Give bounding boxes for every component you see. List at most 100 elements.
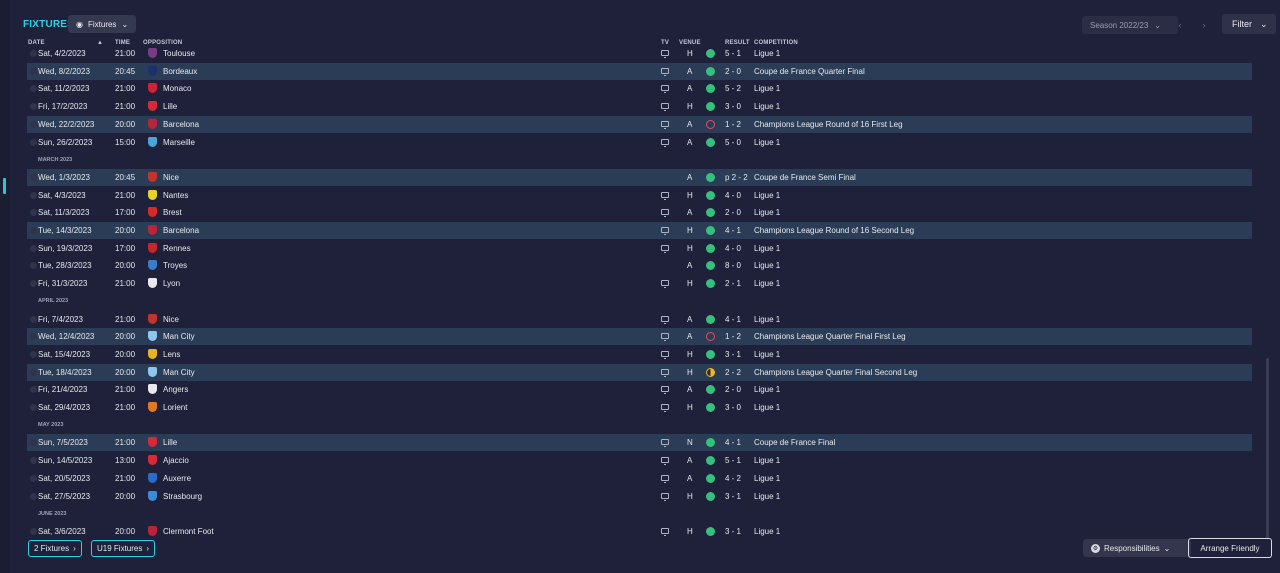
match-result[interactable]: 4 - 1 xyxy=(725,222,741,239)
match-result[interactable]: 2 - 0 xyxy=(725,63,741,80)
fixtures-view-dropdown[interactable]: ◉ Fixtures ⌄ xyxy=(68,15,137,33)
arrange-friendly-button[interactable]: Arrange Friendly xyxy=(1188,538,1272,558)
fixture-row[interactable]: Sun, 14/5/2023 13:00 Ajaccio A 5 - 1 Ligue 1 xyxy=(27,452,1252,469)
match-result[interactable]: 8 - 0 xyxy=(725,257,741,274)
select-checkbox[interactable] xyxy=(30,50,37,57)
fixture-row[interactable]: Sat, 4/2/2023 21:00 Toulouse H 5 - 1 Ligue 1 xyxy=(27,45,1252,62)
fixture-row[interactable]: Fri, 21/4/2023 21:00 Angers A 2 - 0 Ligue 1 xyxy=(27,381,1252,398)
opposition-name[interactable]: Nantes xyxy=(163,187,188,204)
fixture-row[interactable]: Sat, 27/5/2023 20:00 Strasbourg H 3 - 1 Ligue… xyxy=(27,488,1252,505)
select-checkbox[interactable] xyxy=(30,173,37,181)
select-checkbox[interactable] xyxy=(30,227,37,234)
fixture-row[interactable]: Sat, 11/3/2023 17:00 Brest A 2 - 0 Ligue 1 xyxy=(27,204,1252,221)
select-checkbox[interactable] xyxy=(30,244,37,252)
select-checkbox[interactable] xyxy=(30,280,37,288)
opposition-name[interactable]: Lille xyxy=(163,98,177,115)
match-result[interactable]: 3 - 0 xyxy=(725,98,741,115)
opposition-name[interactable]: Bordeaux xyxy=(163,63,197,80)
opposition-name[interactable]: Clermont Foot xyxy=(163,523,214,540)
select-checkbox[interactable] xyxy=(30,368,37,376)
opposition-name[interactable]: Lorient xyxy=(163,399,187,416)
fixture-row[interactable]: Sun, 7/5/2023 21:00 Lille N 4 - 1 Coupe de Fr… xyxy=(27,434,1252,452)
select-checkbox[interactable] xyxy=(30,474,37,482)
match-result[interactable]: 5 - 2 xyxy=(725,80,741,97)
fixture-row[interactable]: Sat, 20/5/2023 21:00 Auxerre A 4 - 2 Ligue 1 xyxy=(27,470,1252,487)
match-result[interactable]: 3 - 1 xyxy=(725,523,741,540)
opposition-name[interactable]: Brest xyxy=(163,204,182,221)
select-checkbox[interactable] xyxy=(30,350,37,358)
fixture-row[interactable]: Sun, 26/2/2023 15:00 Marseille A 5 - 0 Ligue … xyxy=(27,134,1252,151)
match-result[interactable]: 5 - 0 xyxy=(725,134,741,151)
select-checkbox[interactable] xyxy=(30,492,37,500)
select-checkbox[interactable] xyxy=(30,209,37,217)
fixture-row[interactable]: Sat, 15/4/2023 20:00 Lens H 3 - 1 Ligue 1 xyxy=(27,346,1252,363)
match-result[interactable]: 2 - 2 xyxy=(725,364,741,381)
fixture-row[interactable]: Sat, 29/4/2023 21:00 Lorient H 3 - 0 Ligue 1 xyxy=(27,399,1252,416)
fixture-row[interactable]: Sat, 3/6/2023 20:00 Clermont Foot H 3 - 1 Lig… xyxy=(27,523,1252,540)
match-result[interactable]: 2 - 0 xyxy=(725,204,741,221)
match-result[interactable]: 4 - 1 xyxy=(725,311,741,328)
opposition-name[interactable]: Nice xyxy=(163,169,179,186)
select-checkbox[interactable] xyxy=(30,439,37,447)
fixture-row[interactable]: Tue, 14/3/2023 20:00 Barcelona H 4 - 1 Champi… xyxy=(27,222,1252,239)
select-checkbox[interactable] xyxy=(30,386,37,394)
opposition-name[interactable]: Rennes xyxy=(163,240,191,257)
responsibilities-dropdown[interactable]: ⚙ Responsibilities ⌄ xyxy=(1083,539,1191,557)
opposition-name[interactable]: Man City xyxy=(163,364,195,381)
select-checkbox[interactable] xyxy=(30,138,37,146)
opposition-name[interactable]: Strasbourg xyxy=(163,488,202,505)
fixture-row[interactable]: Fri, 31/3/2023 21:00 Lyon H 2 - 1 Ligue 1 xyxy=(27,275,1252,292)
fixture-row[interactable]: Tue, 28/3/2023 20:00 Troyes A 8 - 0 Ligue 1 xyxy=(27,257,1252,274)
match-result[interactable]: 5 - 1 xyxy=(725,45,741,62)
select-checkbox[interactable] xyxy=(30,527,37,535)
select-checkbox[interactable] xyxy=(30,404,37,411)
select-checkbox[interactable] xyxy=(30,315,37,323)
u19-fixtures-link[interactable]: U19 Fixtures › xyxy=(91,540,156,557)
opposition-name[interactable]: Man City xyxy=(163,328,195,345)
opposition-name[interactable]: Nice xyxy=(163,311,179,328)
match-result[interactable]: 4 - 2 xyxy=(725,470,741,487)
opposition-name[interactable]: Auxerre xyxy=(163,470,191,487)
select-checkbox[interactable] xyxy=(30,457,37,465)
fixture-row[interactable]: Sat, 4/3/2023 21:00 Nantes H 4 - 0 Ligue 1 xyxy=(27,187,1252,204)
select-checkbox[interactable] xyxy=(30,85,37,93)
fixture-row[interactable]: Sat, 11/2/2023 21:00 Monaco A 5 - 2 Ligue 1 xyxy=(27,80,1252,97)
opposition-name[interactable]: Barcelona xyxy=(163,116,199,133)
select-checkbox[interactable] xyxy=(30,191,37,199)
match-result[interactable]: 4 - 0 xyxy=(725,187,741,204)
two-fixtures-link[interactable]: 2 Fixtures › xyxy=(28,540,82,557)
opposition-name[interactable]: Lille xyxy=(163,434,177,451)
opposition-name[interactable]: Lens xyxy=(163,346,180,363)
season-dropdown[interactable]: Season 2022/23 ⌄ xyxy=(1082,16,1178,34)
opposition-name[interactable]: Lyon xyxy=(163,275,180,292)
fixture-row[interactable]: Wed, 8/2/2023 20:45 Bordeaux A 2 - 0 Coupe de… xyxy=(27,62,1252,80)
filter-button[interactable]: Filter ⌄ xyxy=(1222,14,1276,34)
fixture-row[interactable]: Fri, 17/2/2023 21:00 Lille H 3 - 0 Ligue 1 xyxy=(27,98,1252,115)
opposition-name[interactable]: Troyes xyxy=(163,257,187,274)
match-result[interactable]: p 2 - 2 xyxy=(725,169,748,186)
next-season-button[interactable]: › xyxy=(1194,16,1214,34)
scrollbar[interactable] xyxy=(1266,358,1269,538)
fixture-row[interactable]: Tue, 18/4/2023 20:00 Man City H 2 - 2 Champio… xyxy=(27,363,1252,381)
match-result[interactable]: 1 - 2 xyxy=(725,328,741,345)
match-result[interactable]: 4 - 0 xyxy=(725,240,741,257)
match-result[interactable]: 1 - 2 xyxy=(725,116,741,133)
opposition-name[interactable]: Barcelona xyxy=(163,222,199,239)
opposition-name[interactable]: Marseille xyxy=(163,134,195,151)
match-result[interactable]: 2 - 0 xyxy=(725,381,741,398)
select-checkbox[interactable] xyxy=(30,103,37,111)
match-result[interactable]: 5 - 1 xyxy=(725,452,741,469)
select-checkbox[interactable] xyxy=(30,120,37,128)
match-result[interactable]: 4 - 1 xyxy=(725,434,741,451)
select-checkbox[interactable] xyxy=(30,262,37,270)
match-result[interactable]: 3 - 1 xyxy=(725,488,741,505)
fixture-row[interactable]: Wed, 22/2/2023 20:00 Barcelona A 1 - 2 Champi… xyxy=(27,115,1252,133)
fixture-row[interactable]: Sun, 19/3/2023 17:00 Rennes H 4 - 0 Ligue 1 xyxy=(27,240,1252,257)
select-checkbox[interactable] xyxy=(30,67,37,75)
match-result[interactable]: 3 - 0 xyxy=(725,399,741,416)
fixture-row[interactable]: Wed, 1/3/2023 20:45 Nice Ap 2 - 2 Coupe de F… xyxy=(27,168,1252,186)
select-checkbox[interactable] xyxy=(30,333,37,341)
opposition-name[interactable]: Toulouse xyxy=(163,45,195,62)
fixture-row[interactable]: Wed, 12/4/2023 20:00 Man City A 1 - 2 Champio… xyxy=(27,328,1252,346)
fixture-row[interactable]: Fri, 7/4/2023 21:00 Nice A 4 - 1 Ligue 1 xyxy=(27,311,1252,328)
